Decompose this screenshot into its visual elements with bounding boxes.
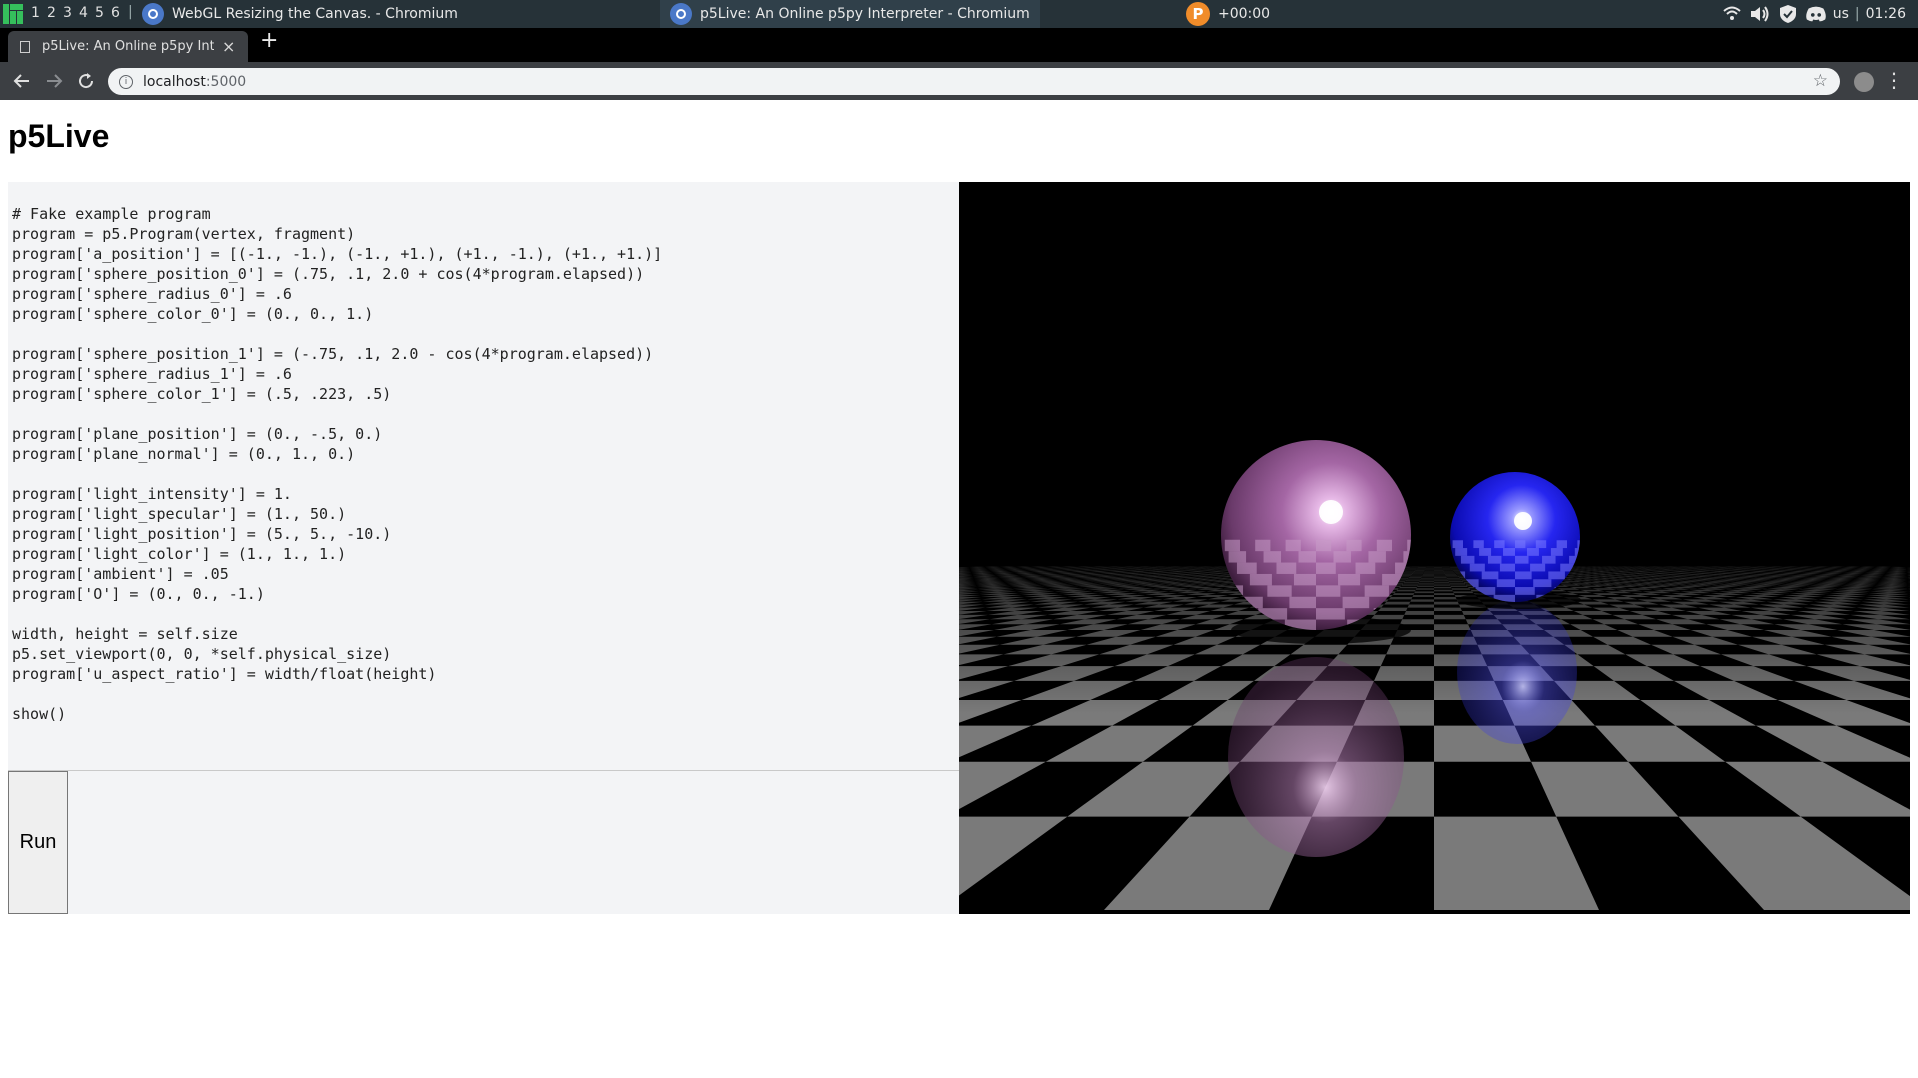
new-tab-button[interactable]: + xyxy=(260,28,278,53)
reload-icon[interactable] xyxy=(72,68,100,94)
browser-menu-icon[interactable]: ⋮ xyxy=(1884,68,1904,92)
code-text[interactable]: # Fake example program program = p5.Prog… xyxy=(8,182,959,724)
pomodoro-widget[interactable]: P +00:00 xyxy=(1186,0,1270,28)
back-arrow-icon[interactable] xyxy=(8,68,36,94)
page-content: p5Live # Fake example program program = … xyxy=(0,100,1918,1078)
workspace-1[interactable]: 1 xyxy=(31,5,40,21)
taskbar-window-webgl[interactable]: WebGL Resizing the Canvas. - Chromium xyxy=(142,0,458,28)
workspace-separator: | xyxy=(128,4,133,20)
browser-toolbar: i localhost:5000 ☆ ⋮ xyxy=(0,62,1918,100)
manjaro-logo-icon[interactable] xyxy=(2,3,24,25)
taskbar-window-p5live[interactable]: p5Live: An Online p5py Interpreter - Chr… xyxy=(660,0,1040,28)
system-tray: us | 01:26 xyxy=(1721,0,1918,28)
url-port: :5000 xyxy=(205,73,247,90)
forward-arrow-icon[interactable] xyxy=(40,68,68,94)
taskbar-window-title: WebGL Resizing the Canvas. - Chromium xyxy=(172,6,458,22)
tray-separator: | xyxy=(1854,6,1860,22)
code-editor[interactable]: # Fake example program program = p5.Prog… xyxy=(8,182,959,771)
url-host: localhost xyxy=(143,73,206,90)
address-bar[interactable]: i localhost:5000 ☆ xyxy=(108,68,1840,95)
workspace-5[interactable]: 5 xyxy=(95,5,104,21)
extension-icon[interactable] xyxy=(1854,72,1874,92)
pomodoro-timer: +00:00 xyxy=(1218,6,1271,22)
run-button[interactable]: Run xyxy=(8,771,68,914)
render-canvas[interactable] xyxy=(959,182,1910,914)
purple-sphere-reflection xyxy=(1228,657,1404,857)
workspace-3[interactable]: 3 xyxy=(63,5,72,21)
pomodoro-icon: P xyxy=(1186,2,1210,26)
run-panel: Run xyxy=(8,771,959,914)
discord-icon[interactable] xyxy=(1805,3,1827,25)
page-icon xyxy=(20,40,30,53)
address-url[interactable]: localhost:5000 xyxy=(143,74,246,90)
bookmark-star-icon[interactable]: ☆ xyxy=(1813,71,1828,91)
blue-sphere-reflection xyxy=(1457,600,1577,744)
shield-icon[interactable] xyxy=(1777,3,1799,25)
browser-tab-strip: p5Live: An Online p5py Interpreter - Chr… xyxy=(0,28,1918,62)
os-top-bar: 1 2 3 4 5 6 | WebGL Resizing the Canvas.… xyxy=(0,0,1918,28)
chromium-icon xyxy=(142,3,164,25)
horizon-fade xyxy=(959,550,1910,914)
tab-title: p5Live: An Online p5py Interpreter - Chr… xyxy=(42,39,214,54)
clock[interactable]: 01:26 xyxy=(1866,6,1906,22)
network-icon[interactable] xyxy=(1721,3,1743,25)
browser-tab-p5live[interactable]: p5Live: An Online p5py Interpreter - Chr… xyxy=(8,31,248,62)
keyboard-layout[interactable]: us xyxy=(1833,6,1849,22)
site-info-icon[interactable]: i xyxy=(119,74,133,89)
workspace-2[interactable]: 2 xyxy=(47,5,56,21)
tab-close-icon[interactable]: × xyxy=(222,37,235,56)
chromium-icon xyxy=(670,3,692,25)
workspace-4[interactable]: 4 xyxy=(79,5,88,21)
taskbar-window-title: p5Live: An Online p5py Interpreter - Chr… xyxy=(700,6,1030,22)
page-title: p5Live xyxy=(8,118,110,154)
workspace-6[interactable]: 6 xyxy=(111,5,120,21)
volume-icon[interactable] xyxy=(1749,3,1771,25)
